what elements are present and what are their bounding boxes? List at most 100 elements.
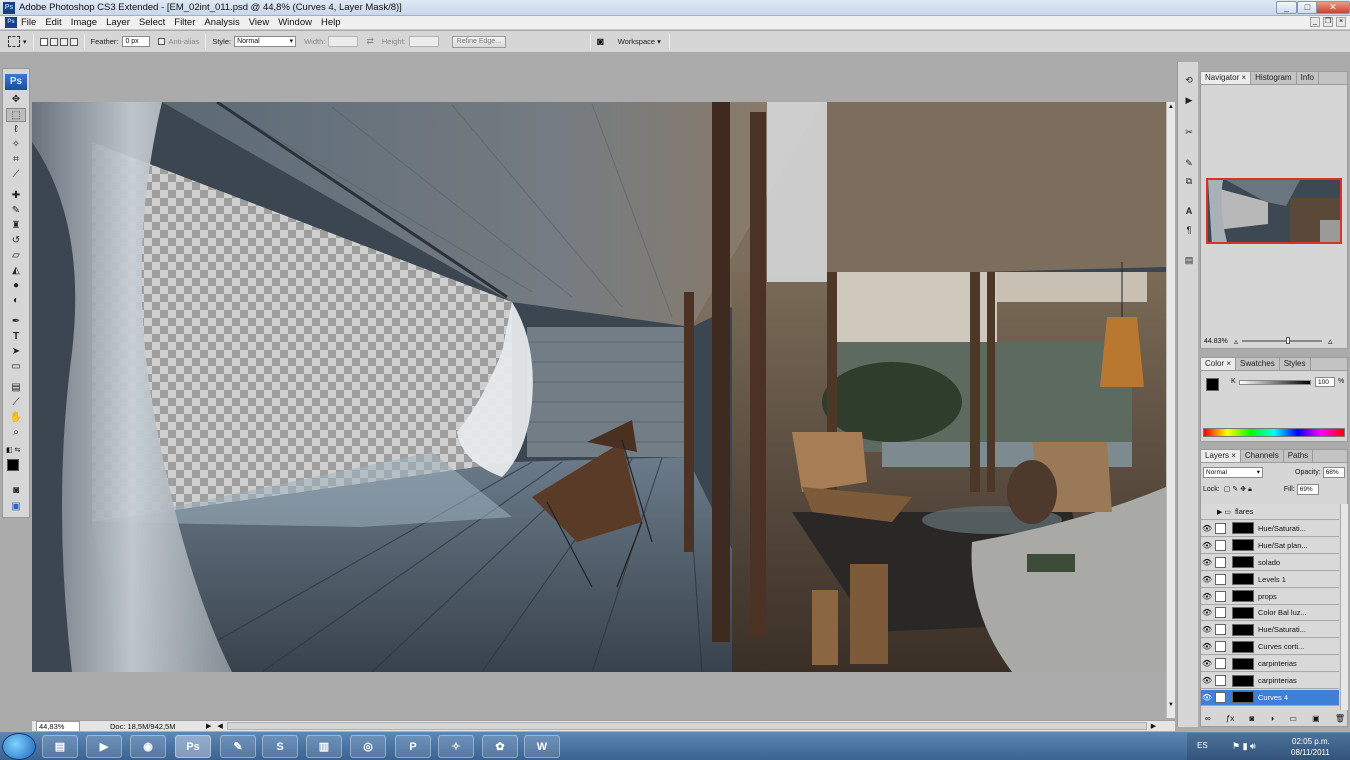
refine-edge-button[interactable]: Refine Edge... — [451, 35, 507, 48]
horizontal-scrollbar[interactable] — [226, 722, 1147, 730]
layer-visibility-icon[interactable]: 👁︎ — [1201, 676, 1213, 685]
layers-scrollbar[interactable] — [1340, 504, 1348, 710]
layer-visibility-icon[interactable]: 👁︎ — [1201, 608, 1213, 617]
crop-tool-icon[interactable]: ⌗ — [6, 153, 26, 167]
path-selection-tool-icon[interactable]: ➤ — [6, 345, 26, 359]
layer-mask-thumbnail[interactable] — [1232, 590, 1254, 602]
layer-mask-thumbnail[interactable] — [1232, 539, 1254, 552]
marquee-tool-icon[interactable]: ⬚ — [6, 108, 26, 122]
feather-input[interactable]: 0 px — [122, 36, 151, 47]
clock-date[interactable]: 08/11/2011 — [1291, 748, 1330, 757]
start-button[interactable] — [2, 733, 36, 760]
layer-row[interactable]: 👁︎ Hue/Saturati... — [1201, 520, 1339, 537]
foreground-color-swatch[interactable] — [7, 459, 19, 471]
height-input[interactable] — [408, 36, 439, 47]
menu-file[interactable]: File — [21, 17, 36, 28]
character-panel-icon[interactable]: A — [1182, 205, 1196, 218]
new-group-icon[interactable]: ▭ — [1289, 714, 1297, 723]
layer-row[interactable]: 👁︎ Hue/Sat plan... — [1201, 537, 1339, 554]
zoom-tool-icon[interactable]: ⌕ — [6, 426, 26, 440]
layer-mask-thumbnail[interactable] — [1232, 691, 1254, 704]
pen-tool-icon[interactable]: ✒ — [6, 315, 26, 329]
paint-bucket-tool-icon[interactable]: ◭ — [6, 264, 26, 278]
tab-color[interactable]: Color × — [1201, 358, 1237, 370]
layer-mask-thumbnail[interactable] — [1232, 556, 1254, 569]
layer-mask-thumbnail[interactable] — [1232, 674, 1254, 687]
slider-thumb[interactable] — [1286, 337, 1291, 344]
layer-row[interactable]: 👁︎ Curves 4 — [1201, 689, 1339, 706]
taskbar-winrar-icon[interactable]: ▥ — [306, 735, 342, 758]
taskbar-media-icon[interactable]: ▶ — [86, 735, 122, 758]
layer-row[interactable]: 👁︎ props — [1201, 588, 1339, 605]
layer-visibility-icon[interactable]: 👁︎ — [1201, 558, 1213, 567]
minimize-button[interactable]: _ — [1276, 1, 1297, 14]
tray-icons[interactable]: ⚑ ▮ 🔊︎ — [1232, 741, 1256, 752]
menu-view[interactable]: View — [249, 17, 269, 28]
taskbar-proxy-icon[interactable]: P — [395, 735, 431, 758]
taskbar-skype-icon[interactable]: S — [262, 735, 298, 758]
layer-visibility-icon[interactable]: 👁︎ — [1201, 541, 1213, 550]
blur-tool-icon[interactable]: ● — [6, 279, 26, 293]
scroll-down-icon[interactable]: ▼ — [1168, 702, 1174, 710]
layer-visibility-icon[interactable]: 👁︎ — [1201, 625, 1213, 634]
notes-tool-icon[interactable]: ▤ — [6, 381, 26, 395]
layer-mask-icon[interactable]: ◙ — [1249, 714, 1254, 723]
subtract-selection-icon[interactable] — [59, 37, 68, 46]
layer-mask-thumbnail[interactable] — [1232, 657, 1254, 670]
layer-visibility-icon[interactable]: 👁︎ — [1201, 693, 1213, 702]
zoom-out-icon[interactable]: ▵ — [1234, 337, 1238, 346]
taskbar-word-icon[interactable]: W — [524, 735, 560, 758]
language-indicator[interactable]: ES — [1197, 741, 1208, 750]
quick-mask-icon[interactable]: ◙ — [6, 484, 26, 498]
layer-row[interactable]: 👁︎ Color Bal luz... — [1201, 605, 1339, 622]
dodge-tool-icon[interactable]: ◐ — [6, 294, 26, 308]
tab-paths[interactable]: Paths — [1284, 450, 1314, 462]
layer-row[interactable]: 👁︎ Hue/Saturati... — [1201, 622, 1339, 639]
folder-icon[interactable]: ▶ ▭ — [1217, 508, 1231, 516]
new-selection-icon[interactable] — [39, 37, 48, 46]
history-panel-icon[interactable]: ⟲ — [1182, 74, 1196, 87]
navigator-zoom-slider[interactable] — [1242, 337, 1323, 344]
clock-time[interactable]: 02:05 p.m. — [1292, 737, 1330, 746]
layer-comps-icon[interactable]: ▤ — [1182, 254, 1196, 267]
status-menu-icon[interactable]: ▶ — [206, 722, 211, 730]
layer-row[interactable]: 👁︎ carpinterias — [1201, 656, 1339, 673]
paragraph-panel-icon[interactable]: ¶ — [1182, 224, 1196, 237]
type-tool-icon[interactable]: T — [6, 330, 26, 344]
menu-filter[interactable]: Filter — [174, 17, 195, 28]
width-input[interactable] — [328, 36, 359, 47]
shape-tool-icon[interactable]: ▭ — [6, 360, 26, 374]
intersect-selection-icon[interactable] — [69, 37, 78, 46]
document-canvas[interactable] — [32, 102, 1166, 672]
healing-brush-tool-icon[interactable]: ✚ — [6, 189, 26, 203]
fill-input[interactable]: 69% — [1296, 483, 1319, 495]
tool-presets-icon[interactable]: ✂ — [1182, 126, 1196, 139]
layer-row[interactable]: 👁︎ Curves corti... — [1201, 639, 1339, 656]
layer-visibility-icon[interactable]: 👁︎ — [1201, 575, 1213, 584]
layer-mask-thumbnail[interactable] — [1232, 573, 1254, 586]
tab-layers[interactable]: Layers × — [1201, 450, 1241, 462]
magic-wand-tool-icon[interactable]: ✧ — [6, 138, 26, 152]
navigator-preview[interactable] — [1206, 178, 1342, 244]
workspace-camera-icon[interactable]: ◙ — [597, 36, 604, 48]
zoom-field[interactable]: 44,83% — [36, 720, 80, 732]
taskbar-sketchup-icon[interactable]: ✎ — [220, 735, 256, 758]
swap-colors-icon[interactable]: ◧ ⇆ — [6, 446, 26, 455]
style-select[interactable]: Normal ▾ — [234, 36, 297, 47]
tab-histogram[interactable]: Histogram — [1251, 72, 1297, 84]
menu-select[interactable]: Select — [139, 17, 165, 28]
lock-options-icon[interactable]: ▢✎✥🔒︎ — [1224, 485, 1254, 494]
antialias-checkbox[interactable] — [158, 38, 166, 45]
layer-mask-thumbnail[interactable] — [1232, 606, 1254, 619]
tab-navigator[interactable]: Navigator × — [1201, 72, 1252, 84]
taskbar-notes-icon[interactable]: ✧ — [438, 735, 474, 758]
layer-row[interactable]: 👁︎ carpinterias — [1201, 673, 1339, 689]
menu-help[interactable]: Help — [321, 17, 341, 28]
layer-row[interactable]: 👁︎ solado — [1201, 554, 1339, 571]
slice-tool-icon[interactable]: ⟋ — [6, 168, 26, 182]
hscroll-left-icon[interactable]: ◀ — [217, 722, 222, 730]
color-foreground-swatch[interactable] — [1206, 378, 1219, 391]
layer-mask-thumbnail[interactable] — [1232, 623, 1254, 636]
tab-styles[interactable]: Styles — [1280, 358, 1311, 370]
layer-visibility-icon[interactable]: 👁︎ — [1201, 659, 1213, 668]
